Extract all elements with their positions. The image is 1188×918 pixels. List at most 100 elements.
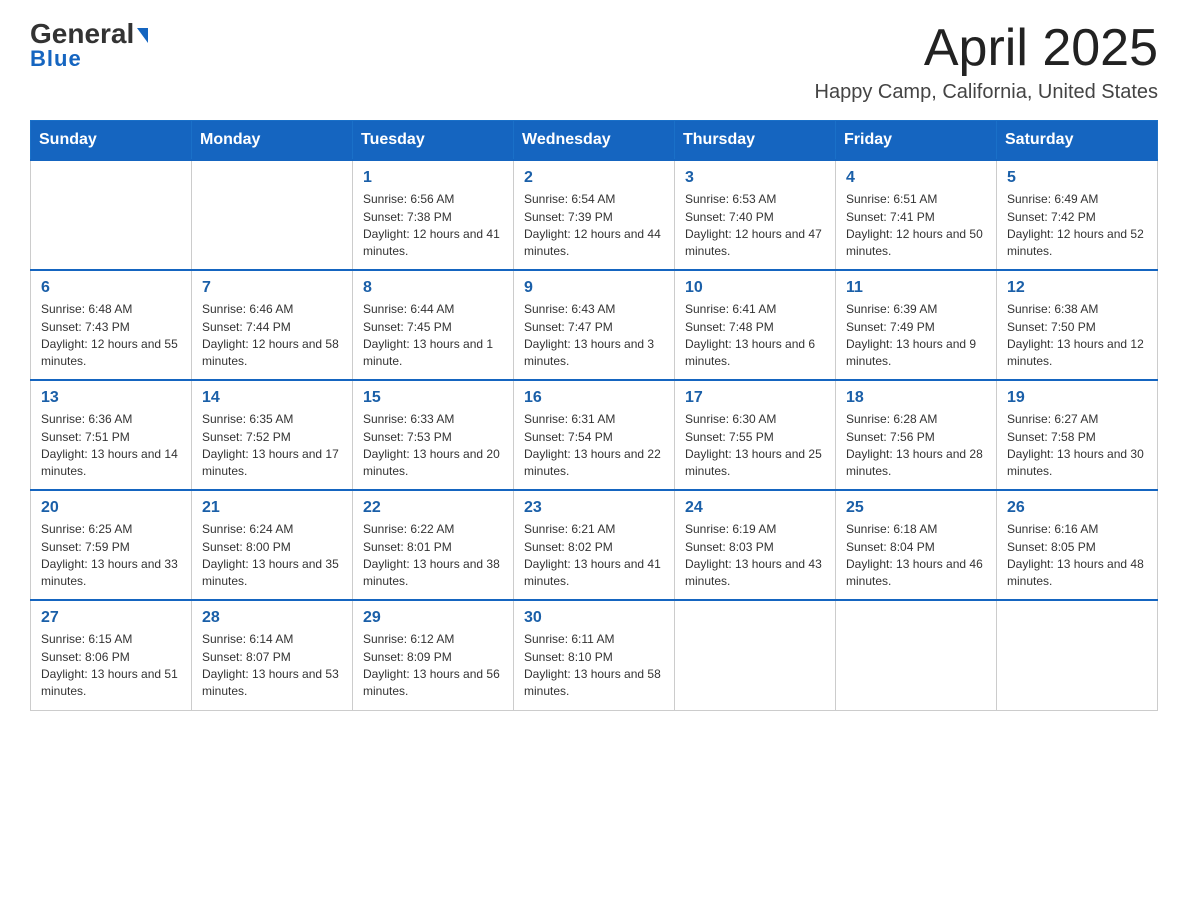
day-info: Sunrise: 6:30 AMSunset: 7:55 PMDaylight:… xyxy=(685,411,825,481)
calendar-cell: 18 Sunrise: 6:28 AMSunset: 7:56 PMDayligh… xyxy=(836,380,997,490)
day-number: 8 xyxy=(363,279,503,297)
calendar-cell: 16Sunrise: 6:31 AMSunset: 7:54 PMDayligh… xyxy=(514,380,675,490)
calendar-cell xyxy=(31,160,192,270)
month-title: April 2025 xyxy=(815,20,1159,77)
day-info: Sunrise: 6:56 AMSunset: 7:38 PMDaylight:… xyxy=(363,191,503,261)
day-number: 9 xyxy=(524,279,664,297)
calendar-week-row: 20 Sunrise: 6:25 AMSunset: 7:59 PMDayligh… xyxy=(31,490,1158,600)
day-number: 20 xyxy=(41,499,181,517)
calendar-cell: 17 Sunrise: 6:30 AMSunset: 7:55 PMDayligh… xyxy=(675,380,836,490)
calendar-cell: 2 Sunrise: 6:54 AMSunset: 7:39 PMDaylight… xyxy=(514,160,675,270)
day-info: Sunrise: 6:39 AMSunset: 7:49 PMDaylight:… xyxy=(846,301,986,371)
day-number: 23 xyxy=(524,499,664,517)
weekday-header: Saturday xyxy=(997,121,1158,161)
day-number: 17 xyxy=(685,389,825,407)
day-info: Sunrise: 6:41 AMSunset: 7:48 PMDaylight:… xyxy=(685,301,825,371)
day-info: Sunrise: 6:38 AMSunset: 7:50 PMDaylight:… xyxy=(1007,301,1147,371)
day-info: Sunrise: 6:35 AMSunset: 7:52 PMDaylight:… xyxy=(202,411,342,481)
day-info: Sunrise: 6:46 AMSunset: 7:44 PMDaylight:… xyxy=(202,301,342,371)
calendar-cell: 22 Sunrise: 6:22 AMSunset: 8:01 PMDayligh… xyxy=(353,490,514,600)
day-number: 19 xyxy=(1007,389,1147,407)
day-number: 22 xyxy=(363,499,503,517)
day-info: Sunrise: 6:25 AMSunset: 7:59 PMDaylight:… xyxy=(41,521,181,591)
logo-blue: Blue xyxy=(30,46,82,72)
day-info: Sunrise: 6:48 AMSunset: 7:43 PMDaylight:… xyxy=(41,301,181,371)
day-info: Sunrise: 6:21 AMSunset: 8:02 PMDaylight:… xyxy=(524,521,664,591)
day-info: Sunrise: 6:15 AMSunset: 8:06 PMDaylight:… xyxy=(41,631,181,701)
calendar-week-row: 27 Sunrise: 6:15 AMSunset: 8:06 PMDayligh… xyxy=(31,600,1158,710)
weekday-header: Tuesday xyxy=(353,121,514,161)
day-number: 29 xyxy=(363,609,503,627)
day-number: 18 xyxy=(846,389,986,407)
day-number: 5 xyxy=(1007,169,1147,187)
weekday-header: Sunday xyxy=(31,121,192,161)
day-info: Sunrise: 6:14 AMSunset: 8:07 PMDaylight:… xyxy=(202,631,342,701)
day-number: 4 xyxy=(846,169,986,187)
day-number: 21 xyxy=(202,499,342,517)
calendar-cell: 6 Sunrise: 6:48 AMSunset: 7:43 PMDaylight… xyxy=(31,270,192,380)
weekday-header: Wednesday xyxy=(514,121,675,161)
day-number: 26 xyxy=(1007,499,1147,517)
day-number: 16 xyxy=(524,389,664,407)
calendar-cell: 27 Sunrise: 6:15 AMSunset: 8:06 PMDayligh… xyxy=(31,600,192,710)
day-number: 6 xyxy=(41,279,181,297)
day-info: Sunrise: 6:16 AMSunset: 8:05 PMDaylight:… xyxy=(1007,521,1147,591)
calendar-cell: 28Sunrise: 6:14 AMSunset: 8:07 PMDayligh… xyxy=(192,600,353,710)
day-number: 1 xyxy=(363,169,503,187)
calendar-cell: 10 Sunrise: 6:41 AMSunset: 7:48 PMDayligh… xyxy=(675,270,836,380)
calendar-cell: 13Sunrise: 6:36 AMSunset: 7:51 PMDayligh… xyxy=(31,380,192,490)
day-number: 3 xyxy=(685,169,825,187)
calendar-cell: 8 Sunrise: 6:44 AMSunset: 7:45 PMDaylight… xyxy=(353,270,514,380)
weekday-header: Thursday xyxy=(675,121,836,161)
title-area: April 2025 Happy Camp, California, Unite… xyxy=(815,20,1159,104)
calendar-cell xyxy=(192,160,353,270)
location-title: Happy Camp, California, United States xyxy=(815,81,1159,104)
calendar-cell: 1 Sunrise: 6:56 AMSunset: 7:38 PMDaylight… xyxy=(353,160,514,270)
calendar-cell: 21Sunrise: 6:24 AMSunset: 8:00 PMDayligh… xyxy=(192,490,353,600)
day-info: Sunrise: 6:18 AMSunset: 8:04 PMDaylight:… xyxy=(846,521,986,591)
day-number: 24 xyxy=(685,499,825,517)
weekday-header: Monday xyxy=(192,121,353,161)
calendar-cell: 7 Sunrise: 6:46 AMSunset: 7:44 PMDaylight… xyxy=(192,270,353,380)
calendar-week-row: 6 Sunrise: 6:48 AMSunset: 7:43 PMDaylight… xyxy=(31,270,1158,380)
day-number: 2 xyxy=(524,169,664,187)
page-header: General Blue April 2025 Happy Camp, Cali… xyxy=(30,20,1158,104)
day-info: Sunrise: 6:49 AMSunset: 7:42 PMDaylight:… xyxy=(1007,191,1147,261)
day-info: Sunrise: 6:43 AMSunset: 7:47 PMDaylight:… xyxy=(524,301,664,371)
day-info: Sunrise: 6:22 AMSunset: 8:01 PMDaylight:… xyxy=(363,521,503,591)
day-info: Sunrise: 6:28 AMSunset: 7:56 PMDaylight:… xyxy=(846,411,986,481)
logo-general: General xyxy=(30,20,148,48)
weekday-header-row: SundayMondayTuesdayWednesdayThursdayFrid… xyxy=(31,121,1158,161)
day-info: Sunrise: 6:54 AMSunset: 7:39 PMDaylight:… xyxy=(524,191,664,261)
day-info: Sunrise: 6:33 AMSunset: 7:53 PMDaylight:… xyxy=(363,411,503,481)
logo: General Blue xyxy=(30,20,148,72)
calendar-cell xyxy=(836,600,997,710)
calendar-cell: 26 Sunrise: 6:16 AMSunset: 8:05 PMDayligh… xyxy=(997,490,1158,600)
day-info: Sunrise: 6:53 AMSunset: 7:40 PMDaylight:… xyxy=(685,191,825,261)
calendar-cell: 24Sunrise: 6:19 AMSunset: 8:03 PMDayligh… xyxy=(675,490,836,600)
calendar-cell: 14Sunrise: 6:35 AMSunset: 7:52 PMDayligh… xyxy=(192,380,353,490)
calendar-week-row: 1 Sunrise: 6:56 AMSunset: 7:38 PMDaylight… xyxy=(31,160,1158,270)
day-number: 27 xyxy=(41,609,181,627)
calendar-cell: 30 Sunrise: 6:11 AMSunset: 8:10 PMDayligh… xyxy=(514,600,675,710)
calendar-cell xyxy=(675,600,836,710)
calendar-table: SundayMondayTuesdayWednesdayThursdayFrid… xyxy=(30,120,1158,711)
day-number: 7 xyxy=(202,279,342,297)
calendar-cell: 3 Sunrise: 6:53 AMSunset: 7:40 PMDaylight… xyxy=(675,160,836,270)
day-number: 30 xyxy=(524,609,664,627)
day-number: 25 xyxy=(846,499,986,517)
calendar-cell: 5 Sunrise: 6:49 AMSunset: 7:42 PMDaylight… xyxy=(997,160,1158,270)
day-info: Sunrise: 6:36 AMSunset: 7:51 PMDaylight:… xyxy=(41,411,181,481)
calendar-cell: 15 Sunrise: 6:33 AMSunset: 7:53 PMDayligh… xyxy=(353,380,514,490)
calendar-cell: 23 Sunrise: 6:21 AMSunset: 8:02 PMDayligh… xyxy=(514,490,675,600)
day-info: Sunrise: 6:11 AMSunset: 8:10 PMDaylight:… xyxy=(524,631,664,701)
calendar-cell: 12Sunrise: 6:38 AMSunset: 7:50 PMDayligh… xyxy=(997,270,1158,380)
weekday-header: Friday xyxy=(836,121,997,161)
day-number: 15 xyxy=(363,389,503,407)
calendar-cell xyxy=(997,600,1158,710)
day-info: Sunrise: 6:44 AMSunset: 7:45 PMDaylight:… xyxy=(363,301,503,371)
day-number: 10 xyxy=(685,279,825,297)
day-number: 11 xyxy=(846,279,986,297)
calendar-cell: 20 Sunrise: 6:25 AMSunset: 7:59 PMDayligh… xyxy=(31,490,192,600)
day-info: Sunrise: 6:51 AMSunset: 7:41 PMDaylight:… xyxy=(846,191,986,261)
